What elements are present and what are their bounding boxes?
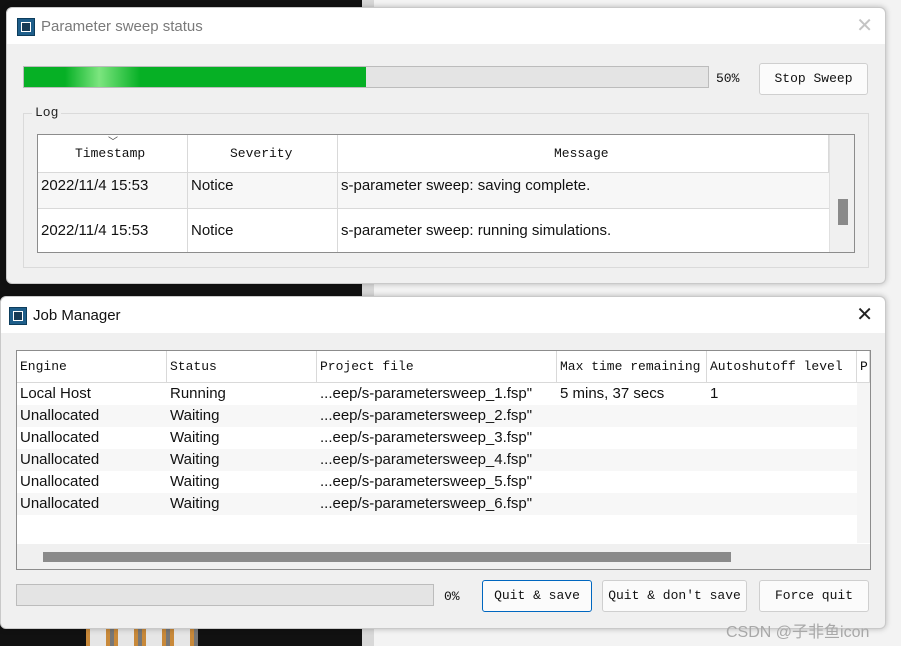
job-progress-label: 0% [444,589,460,604]
job-row[interactable]: Unallocated Waiting ...eep/s-parameterswee… [17,449,857,471]
jobs-header-label: Max time remaining [560,359,701,374]
app-icon [17,18,35,36]
sweep-titlebar: Parameter sweep status ✕ [7,8,885,44]
jobs-header-max-time[interactable]: Max time remaining [557,351,707,383]
job-row[interactable]: Unallocated Waiting ...eep/s-parameterswee… [17,471,857,493]
job-max-time: 5 mins, 37 secs [560,385,665,402]
job-status: Waiting [170,495,220,512]
log-header-timestamp-label: Timestamp [75,146,146,161]
log-header-message[interactable]: Message [338,135,829,173]
job-engine: Unallocated [20,495,100,512]
jobs-right-strip [857,383,870,543]
log-column-divider [187,173,188,252]
job-status: Waiting [170,451,220,468]
close-icon[interactable]: ✕ [856,305,873,325]
job-engine: Local Host [20,385,91,402]
job-engine: Unallocated [20,429,100,446]
log-scroll-thumb[interactable] [838,199,848,225]
log-row[interactable]: 2022/11/4 15:53 Notice s-parameter sweep… [38,209,829,252]
job-engine: Unallocated [20,451,100,468]
job-row[interactable]: Unallocated Waiting ...eep/s-parameterswee… [17,405,857,427]
job-row[interactable]: Unallocated Waiting ...eep/s-parameterswee… [17,493,857,515]
app-icon [9,307,27,325]
job-status: Waiting [170,473,220,490]
log-header-severity[interactable]: Severity [188,135,338,173]
background-component-strip [86,626,198,646]
force-quit-label: Force quit [774,588,853,603]
log-severity: Notice [191,177,234,194]
job-project: ...eep/s-parametersweep_3.fsp" [320,429,533,446]
close-icon[interactable]: ✕ [856,16,873,36]
job-project: ...eep/s-parametersweep_5.fsp" [320,473,533,490]
job-engine: Unallocated [20,473,100,490]
log-severity: Notice [191,222,234,239]
jobs-header-label: Engine [20,359,67,374]
log-timestamp: 2022/11/4 15:53 [41,177,149,194]
jobs-table: Engine Status Project file Max time remaini… [16,350,871,570]
jobs-header-label: Project file [320,359,414,374]
log-timestamp: 2022/11/4 15:53 [41,222,149,239]
sweep-progress-bar [23,66,709,88]
sweep-progress-label: 50% [716,71,740,86]
quit-and-save-label: Quit & save [494,588,580,603]
log-row[interactable]: 2022/11/4 15:53 Notice s-parameter sweep… [38,173,829,209]
jobs-header-project[interactable]: Project file [317,351,557,383]
log-column-divider [337,173,338,252]
log-header-message-label: Message [554,146,609,161]
log-vertical-scrollbar[interactable] [829,135,854,252]
force-quit-button[interactable]: Force quit [759,580,869,612]
log-group-label: Log [32,105,62,120]
job-status: Waiting [170,407,220,424]
job-manager-titlebar: Job Manager ✕ [1,297,885,333]
csdn-watermark: CSDN @子非鱼icon [726,624,870,641]
jobs-header-engine[interactable]: Engine [17,351,167,383]
job-row[interactable]: Unallocated Waiting ...eep/s-parameterswee… [17,427,857,449]
jobs-header-extra[interactable]: P [857,351,870,383]
job-project: ...eep/s-parametersweep_2.fsp" [320,407,533,424]
job-row[interactable]: Local Host Running ...eep/s-parametersweep… [17,383,857,405]
jobs-header-status[interactable]: Status [167,351,317,383]
jobs-header-autoshutoff[interactable]: Autoshutoff level [707,351,857,383]
job-manager-title: Job Manager [33,307,121,324]
stop-sweep-button[interactable]: Stop Sweep [759,63,868,95]
jobs-horizontal-scrollbar[interactable] [17,544,870,569]
jobs-header-label: Status [170,359,217,374]
jobs-table-header: Engine Status Project file Max time remaini… [17,351,870,383]
log-message: s-parameter sweep: running simulations. [341,222,612,239]
jobs-table-body: Local Host Running ...eep/s-parametersweep… [17,383,870,543]
job-manager-window: Job Manager ✕ Engine Status Project file Ma… [0,296,886,629]
sweep-window-title: Parameter sweep status [41,18,203,35]
jobs-header-label: Autoshutoff level [710,359,843,374]
job-progress-bar [16,584,434,606]
log-header-severity-label: Severity [230,146,293,161]
job-status: Running [170,385,226,402]
job-status: Waiting [170,429,220,446]
job-project: ...eep/s-parametersweep_1.fsp" [320,385,533,402]
sweep-progress-fill [24,67,366,87]
quit-and-save-button[interactable]: Quit & save [482,580,592,612]
quit-dont-save-label: Quit & don't save [608,588,741,603]
log-message: s-parameter sweep: saving complete. [341,177,591,194]
parameter-sweep-window: Parameter sweep status ✕ 50% Stop Sweep … [6,7,886,284]
jobs-scroll-thumb[interactable] [43,552,731,562]
job-project: ...eep/s-parametersweep_4.fsp" [320,451,533,468]
job-project: ...eep/s-parametersweep_6.fsp" [320,495,533,512]
job-autoshutoff: 1 [710,385,719,402]
jobs-header-label: P [860,359,868,374]
quit-dont-save-button[interactable]: Quit & don't save [602,580,747,612]
log-header-timestamp[interactable]: ﹀ Timestamp [38,135,188,173]
log-table: ﹀ Timestamp Severity Message 2022/11/4 1… [37,134,855,253]
job-engine: Unallocated [20,407,100,424]
